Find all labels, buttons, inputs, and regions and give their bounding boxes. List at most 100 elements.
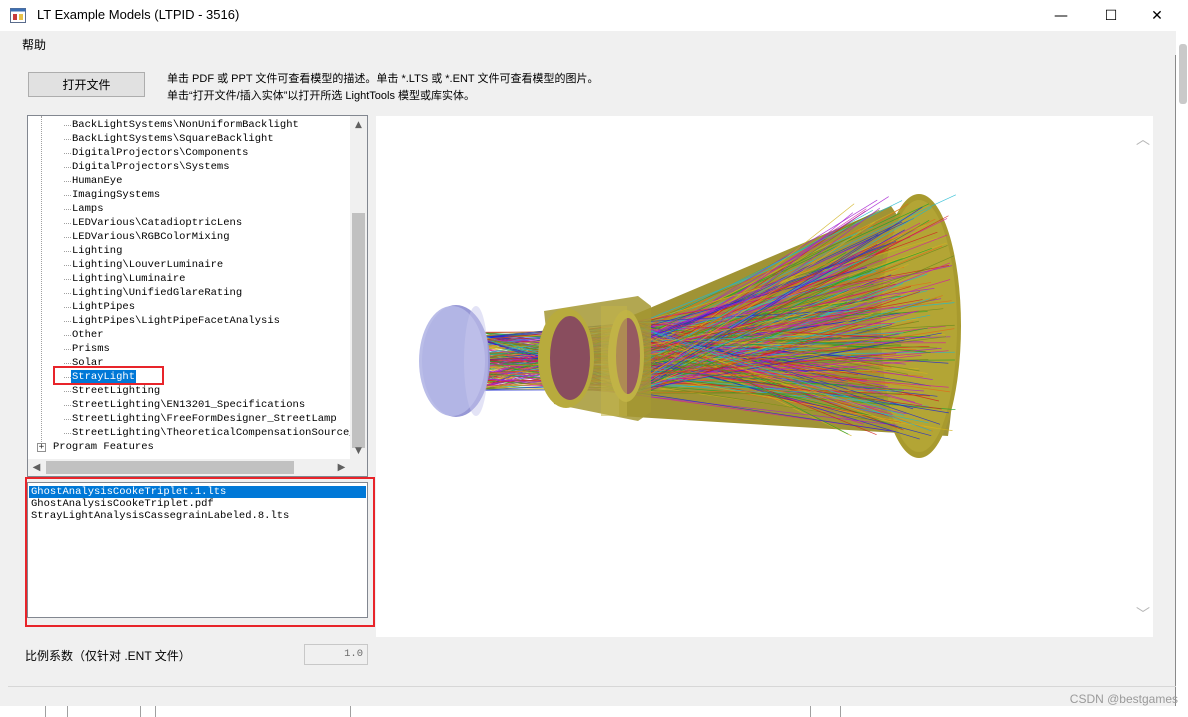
title-bar: LT Example Models (LTPID - 3516) — ☐ ✕ xyxy=(0,0,1176,31)
tree-item[interactable]: Lamps xyxy=(28,202,350,216)
tree-connector xyxy=(64,139,71,140)
tree-connector xyxy=(64,167,71,168)
tree-connector xyxy=(64,153,71,154)
strip-divider xyxy=(350,706,351,717)
main-window: LT Example Models (LTPID - 3516) — ☐ ✕ 帮… xyxy=(0,0,1176,717)
tree-item[interactable]: StreetLighting\TheoreticalCompensationSo… xyxy=(28,426,362,440)
tree-item-label: LightPipes xyxy=(72,301,136,313)
tree-item-label: BackLightSystems\SquareBacklight xyxy=(72,133,274,145)
scroll-up-arrow-icon[interactable]: ▲ xyxy=(350,116,367,133)
tree-item[interactable]: DigitalProjectors\Components xyxy=(28,146,350,160)
tree-item[interactable]: BackLightSystems\SquareBacklight xyxy=(28,132,350,146)
open-file-button[interactable]: 打开文件 xyxy=(28,72,145,97)
model-preview-panel: ︿ ﹀ xyxy=(376,116,1153,637)
watermark: CSDN @bestgames xyxy=(1069,692,1178,706)
tree-connector xyxy=(64,251,71,252)
app-window-icon xyxy=(10,8,26,23)
tree-connector xyxy=(64,279,71,280)
scroll-left-arrow-icon[interactable]: ◀ xyxy=(28,459,45,476)
tree-connector xyxy=(64,419,71,420)
tree-item-label: LEDVarious\RGBColorMixing xyxy=(72,231,230,243)
window-separator xyxy=(8,686,1176,687)
tree-item[interactable]: ImagingSystems xyxy=(28,188,350,202)
tree-connector xyxy=(64,237,71,238)
tree-item-label: Program Features xyxy=(53,441,154,453)
tree-item[interactable]: BackLightSystems\NonUniformBacklight xyxy=(28,118,350,132)
tree-connector xyxy=(64,265,71,266)
highlight-box-files xyxy=(25,477,375,627)
tree-list: BackLightSystems\NonUniformBacklight Back… xyxy=(28,118,362,440)
close-button[interactable]: ✕ xyxy=(1134,0,1180,31)
strip-divider xyxy=(67,706,68,717)
menu-help[interactable]: 帮助 xyxy=(22,36,46,53)
tree-connector xyxy=(64,349,71,350)
tree-connector xyxy=(64,307,71,308)
tree-item[interactable]: StreetLighting\FreeFormDesigner_StreetLa… xyxy=(28,412,350,426)
tree-vertical-scrollbar[interactable]: ▲ ▼ xyxy=(350,116,367,459)
tree-item-label: BackLightSystems\NonUniformBacklight xyxy=(72,119,299,131)
tree-item-label: Lamps xyxy=(72,203,104,215)
scale-factor-label: 比例系数（仅针对 .ENT 文件） xyxy=(25,649,191,663)
tree-item-label: StreetLighting\FreeFormDesigner_StreetLa… xyxy=(72,413,337,425)
model-preview-image xyxy=(419,194,961,458)
tree-item[interactable]: StreetLighting\EN13201_Specifications xyxy=(28,398,350,412)
minimize-button[interactable]: — xyxy=(1038,0,1084,31)
tree-connector xyxy=(64,293,71,294)
tree-horizontal-scrollbar[interactable]: ◀ ▶ xyxy=(28,459,350,476)
chevron-down-icon[interactable]: ﹀ xyxy=(1136,604,1150,624)
taskbar-strip xyxy=(0,706,1188,717)
tree-connector xyxy=(64,181,71,182)
tree-item[interactable]: LEDVarious\RGBColorMixing xyxy=(28,230,350,244)
maximize-button[interactable]: ☐ xyxy=(1088,0,1134,31)
tree-connector xyxy=(64,223,71,224)
chevron-up-icon[interactable]: ︿ xyxy=(1136,129,1150,149)
tree-item[interactable]: Prisms xyxy=(28,342,350,356)
tree-item-label: Prisms xyxy=(72,343,110,355)
tree-connector xyxy=(64,363,71,364)
tree-connector xyxy=(64,335,71,336)
tree-item[interactable]: DigitalProjectors\Systems xyxy=(28,160,350,174)
tree-item-label: Lighting\Luminaire xyxy=(72,273,186,285)
scroll-right-arrow-icon[interactable]: ▶ xyxy=(333,459,350,476)
tree-item[interactable]: Other xyxy=(28,328,350,342)
tree-item[interactable]: LightPipes\LightPipeFacetAnalysis xyxy=(28,314,350,328)
menu-bar: 帮助 xyxy=(0,31,1176,55)
tree-item-program-features[interactable]: + Program Features xyxy=(28,440,350,454)
scale-factor-input[interactable]: 1.0 xyxy=(304,644,368,665)
tree-item[interactable]: Lighting\UnifiedGlareRating xyxy=(28,286,350,300)
background-scrollbar xyxy=(1179,44,1187,104)
tree-item-label: StreetLighting\TheoreticalCompensationSo… xyxy=(72,427,362,439)
tree-connector xyxy=(64,125,71,126)
tree-item-label: ImagingSystems xyxy=(72,189,161,201)
tree-vertical-scroll-thumb[interactable] xyxy=(352,213,365,448)
tree-item-label: Lighting xyxy=(72,245,123,257)
tree-item-label: LEDVarious\CatadioptricLens xyxy=(72,217,243,229)
tree-item-label: LightPipes\LightPipeFacetAnalysis xyxy=(72,315,280,327)
background-window-edge xyxy=(1177,0,1188,717)
tree-item-label: DigitalProjectors\Components xyxy=(72,147,249,159)
tree-item[interactable]: Lighting xyxy=(28,244,350,258)
expand-icon[interactable]: + xyxy=(37,443,46,452)
tree-item-label: Other xyxy=(72,329,104,341)
tree-connector xyxy=(64,405,71,406)
tree-item[interactable]: LightPipes xyxy=(28,300,350,314)
instruction-line-1: 单击 PDF 或 PPT 文件可查看模型的描述。单击 *.LTS 或 *.ENT… xyxy=(167,73,599,85)
strip-divider xyxy=(140,706,141,717)
tree-connector xyxy=(64,433,71,434)
tree-connector xyxy=(64,391,71,392)
tree-item[interactable]: Lighting\LouverLuminaire xyxy=(28,258,350,272)
tree-horizontal-scroll-thumb[interactable] xyxy=(46,461,294,474)
tree-item-label: StreetLighting\EN13201_Specifications xyxy=(72,399,306,411)
window-title: LT Example Models (LTPID - 3516) xyxy=(37,7,240,22)
tree-item[interactable]: Lighting\Luminaire xyxy=(28,272,350,286)
scroll-corner xyxy=(350,459,367,476)
tree-item[interactable]: LEDVarious\CatadioptricLens xyxy=(28,216,350,230)
tree-item[interactable]: StreetLighting xyxy=(28,384,350,398)
model-tree[interactable]: BackLightSystems\NonUniformBacklight Back… xyxy=(27,115,368,477)
tree-connector xyxy=(64,321,71,322)
scroll-down-arrow-icon[interactable]: ▼ xyxy=(350,442,367,459)
highlight-box-tree xyxy=(53,366,164,385)
tree-item[interactable]: HumanEye xyxy=(28,174,350,188)
strip-divider xyxy=(155,706,156,717)
instruction-line-2: 单击“打开文件/插入实体”以打开所选 LightTools 模型或库实体。 xyxy=(167,90,476,102)
